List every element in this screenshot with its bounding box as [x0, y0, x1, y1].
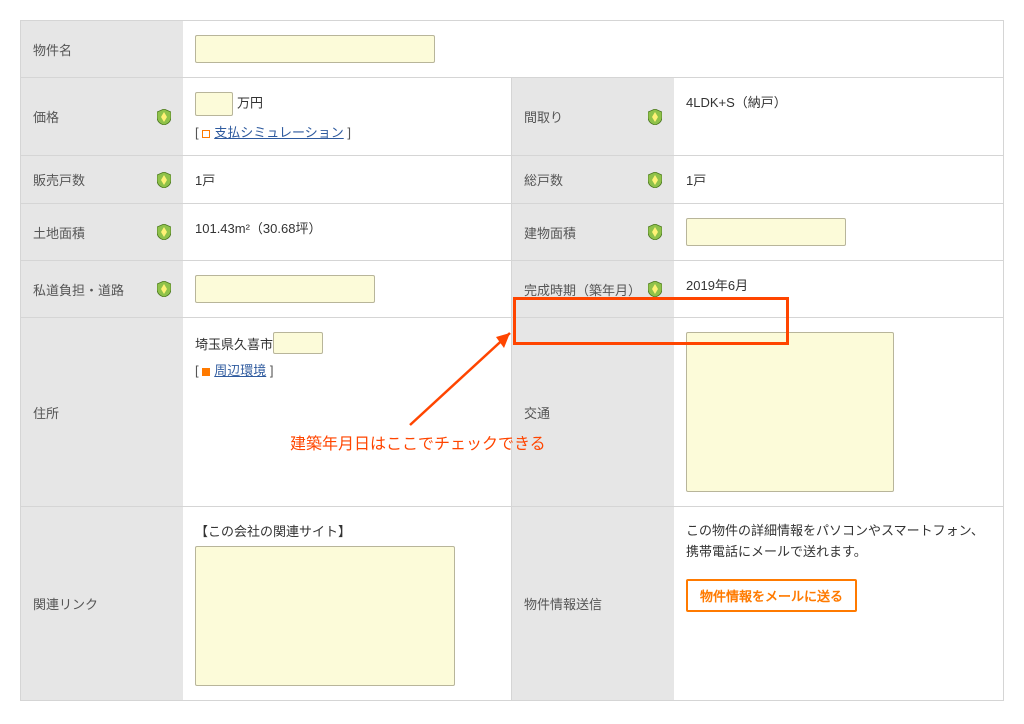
bullet-icon [202, 368, 210, 376]
shield-icon [157, 224, 171, 240]
value-price: 万円 [ 支払シミュレーション ] [183, 78, 512, 155]
label-layout: 間取り [512, 78, 674, 155]
label-completion: 完成時期（築年月） [512, 261, 674, 317]
label-info-send: 物件情報送信 [512, 507, 674, 700]
link-simulation[interactable]: 支払シミュレーション [214, 125, 343, 140]
value-sales-units: 1戸 [183, 156, 512, 203]
label-text: 価格 [33, 107, 157, 126]
label-text: 私道負担・道路 [33, 280, 157, 299]
value-address: 埼玉県久喜市 [ 周辺環境 ] [183, 318, 512, 506]
label-related: 関連リンク [21, 507, 183, 700]
label-text: 住所 [33, 403, 171, 422]
send-mail-button[interactable]: 物件情報をメールに送る [686, 579, 857, 612]
label-sales-units: 販売戸数 [21, 156, 183, 203]
value-building-area [674, 204, 1003, 260]
input-transport[interactable] [686, 332, 894, 492]
address-prefix: 埼玉県久喜市 [195, 334, 273, 353]
value-layout: 4LDK+S（納戸） [674, 78, 1003, 155]
price-unit: 万円 [237, 95, 263, 110]
shield-icon [157, 172, 171, 188]
total-units-value: 1戸 [686, 170, 706, 189]
layout-value: 4LDK+S（納戸） [686, 92, 787, 111]
value-private-road [183, 261, 512, 317]
shield-icon [157, 109, 171, 125]
label-transport: 交通 [512, 318, 674, 506]
related-heading: 【この会社の関連サイト】 [195, 521, 351, 540]
input-related[interactable] [195, 546, 455, 686]
property-table: 物件名 価格 万円 [ 支払シミュレーション ] 間取り 4LDK+S（納戸） [20, 20, 1004, 701]
label-text: 間取り [524, 107, 648, 126]
input-price[interactable] [195, 92, 233, 116]
value-info-send: この物件の詳細情報をパソコンやスマートフォン、携帯電話にメールで送れます。 物件… [674, 507, 1003, 700]
value-name [183, 21, 1003, 77]
value-completion: 2019年6月 [674, 261, 1003, 317]
label-name: 物件名 [21, 21, 183, 77]
sales-units-value: 1戸 [195, 170, 215, 189]
label-private-road: 私道負担・道路 [21, 261, 183, 317]
label-text: 土地面積 [33, 223, 157, 242]
shield-icon [648, 172, 662, 188]
value-land-area: 101.43m²（30.68坪） [183, 204, 512, 260]
info-send-desc: この物件の詳細情報をパソコンやスマートフォン、携帯電話にメールで送れます。 [686, 521, 991, 563]
value-total-units: 1戸 [674, 156, 1003, 203]
label-land-area: 土地面積 [21, 204, 183, 260]
input-private-road[interactable] [195, 275, 375, 303]
land-area-value: 101.43m²（30.68坪） [195, 218, 321, 237]
bullet-icon [202, 130, 210, 138]
shield-icon [648, 109, 662, 125]
shield-icon [648, 281, 662, 297]
label-text: 物件情報送信 [524, 594, 662, 613]
label-total-units: 総戸数 [512, 156, 674, 203]
label-text: 交通 [524, 403, 662, 422]
link-environment[interactable]: 周辺環境 [214, 363, 266, 378]
label-text: 販売戸数 [33, 170, 157, 189]
label-address: 住所 [21, 318, 183, 506]
shield-icon [648, 224, 662, 240]
value-transport [674, 318, 1003, 506]
shield-icon [157, 281, 171, 297]
label-text: 物件名 [33, 40, 171, 59]
label-building-area: 建物面積 [512, 204, 674, 260]
completion-value: 2019年6月 [686, 275, 748, 294]
input-address[interactable] [273, 332, 323, 354]
label-text: 建物面積 [524, 223, 648, 242]
input-building-area[interactable] [686, 218, 846, 246]
label-price: 価格 [21, 78, 183, 155]
input-name[interactable] [195, 35, 435, 63]
value-related: 【この会社の関連サイト】 [183, 507, 512, 700]
label-text: 完成時期（築年月） [524, 280, 648, 299]
label-text: 総戸数 [524, 170, 648, 189]
label-text: 関連リンク [33, 594, 171, 613]
